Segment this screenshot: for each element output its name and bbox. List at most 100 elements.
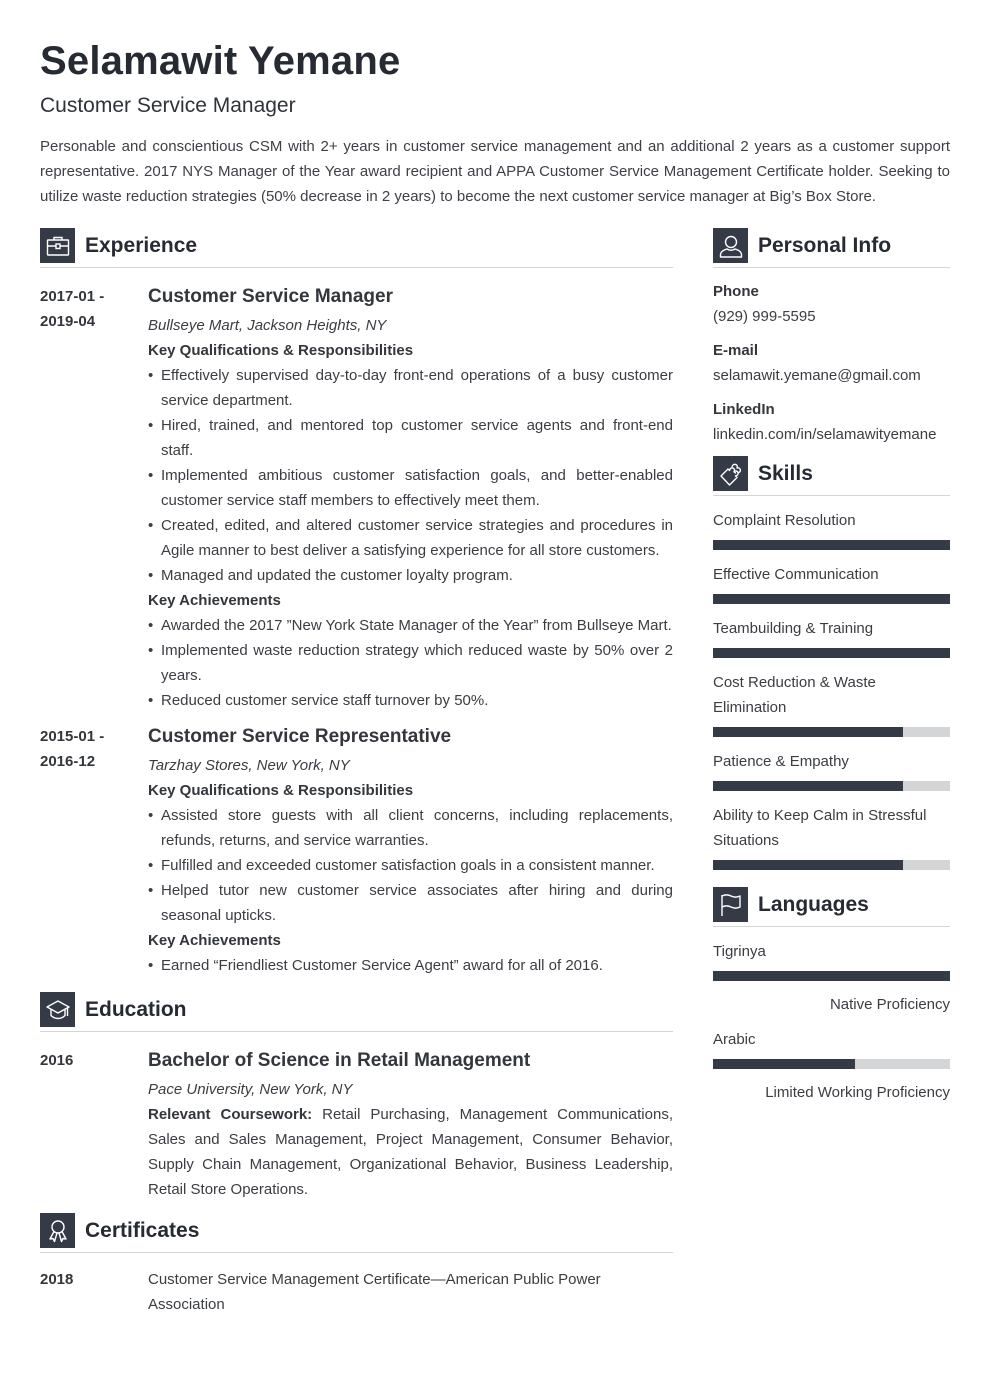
certificate-date: 2018 bbox=[40, 1271, 74, 1288]
certificate-text: Customer Service Management Certificate—… bbox=[148, 1271, 601, 1313]
qualifications-list: Effectively supervised day-to-day front-… bbox=[148, 363, 673, 588]
qualifications-heading: Key Qualifications & Responsibilities bbox=[148, 342, 414, 359]
skill-item: Ability to Keep Calm in Stressful Situat… bbox=[713, 803, 950, 870]
graduation-cap-icon bbox=[40, 992, 75, 1027]
list-item: Effectively supervised day-to-day front-… bbox=[148, 363, 673, 413]
language-name: Tigrinya bbox=[713, 943, 766, 960]
list-item: Reduced customer service staff turnover … bbox=[148, 688, 673, 713]
puzzle-piece-icon bbox=[713, 456, 748, 491]
language-item: Arabic Limited Working Proficiency bbox=[713, 1027, 950, 1103]
experience-title: Experience bbox=[85, 234, 198, 257]
list-item: Created, edited, and altered customer se… bbox=[148, 513, 673, 563]
skill-item: Complaint Resolution bbox=[713, 508, 950, 550]
certificates-section: Certificates 2018 Customer Service Manag… bbox=[40, 1213, 673, 1317]
languages-section: Languages Tigrinya Native Proficiency Arab… bbox=[713, 887, 950, 1103]
skill-item: Cost Reduction & Waste Elimination bbox=[713, 670, 950, 737]
skill-level-fill bbox=[713, 860, 903, 870]
skill-name: Effective Communication bbox=[713, 566, 879, 583]
skill-level-fill bbox=[713, 540, 950, 550]
education-date: 2016 bbox=[40, 1052, 74, 1069]
coursework-label: Relevant Coursework: bbox=[148, 1106, 313, 1123]
experience-section: Experience 2017-01 - 2019-04 Customer Se… bbox=[40, 228, 673, 978]
education-section: Education 2016 Bachelor of Science in Re… bbox=[40, 992, 673, 1202]
job-dates: 2015-01 - 2016-12 bbox=[40, 724, 148, 978]
language-level-bar bbox=[713, 971, 950, 981]
job-dates: 2017-01 - 2019-04 bbox=[40, 284, 148, 713]
email-label: E-mail bbox=[713, 342, 759, 359]
skill-level-fill bbox=[713, 648, 950, 658]
briefcase-icon bbox=[40, 228, 75, 263]
skill-level-fill bbox=[713, 594, 950, 604]
language-proficiency: Native Proficiency bbox=[829, 996, 950, 1013]
skill-level-bar bbox=[713, 781, 950, 791]
list-item: Earned “Friendliest Customer Service Age… bbox=[148, 953, 673, 978]
user-icon bbox=[713, 228, 748, 263]
experience-header: Experience bbox=[40, 228, 673, 268]
award-ribbon-icon bbox=[40, 1213, 75, 1248]
certificates-header: Certificates bbox=[40, 1213, 673, 1253]
languages-header: Languages bbox=[713, 887, 950, 927]
list-item: Assisted store guests with all client co… bbox=[148, 803, 673, 853]
achievements-heading: Key Achievements bbox=[148, 592, 281, 609]
phone-field: Phone (929) 999-5595 bbox=[713, 282, 950, 327]
email-field: E-mail selamawit.yemane@gmail.com bbox=[713, 341, 950, 386]
job-title: Customer Service Manager bbox=[148, 286, 393, 307]
job-body: Customer Service Representative Tarzhay … bbox=[148, 724, 673, 978]
qualifications-list: Assisted store guests with all client co… bbox=[148, 803, 673, 928]
list-item: Implemented waste reduction strategy whi… bbox=[148, 638, 673, 688]
job-date-end: 2016-12 bbox=[40, 753, 96, 770]
candidate-name: Selamawit Yemane bbox=[40, 39, 401, 83]
job-title: Customer Service Representative bbox=[148, 726, 452, 747]
skill-level-fill bbox=[713, 781, 903, 791]
skill-item: Teambuilding & Training bbox=[713, 616, 950, 658]
phone-label: Phone bbox=[713, 283, 759, 300]
degree-title: Bachelor of Science in Retail Management bbox=[148, 1050, 531, 1071]
skills-title: Skills bbox=[758, 462, 813, 485]
email-value: selamawit.yemane@gmail.com bbox=[713, 367, 921, 384]
education-title: Education bbox=[85, 998, 187, 1021]
linkedin-value: linkedin.com/in/selamawityemane bbox=[713, 426, 937, 443]
skills-header: Skills bbox=[713, 456, 950, 496]
school-name: Pace University, New York, NY bbox=[148, 1081, 353, 1098]
flag-icon bbox=[713, 887, 748, 922]
skill-level-bar bbox=[713, 594, 950, 604]
skill-level-bar bbox=[713, 727, 950, 737]
phone-value: (929) 999-5595 bbox=[713, 308, 816, 325]
skill-name: Complaint Resolution bbox=[713, 512, 856, 529]
skill-level-fill bbox=[713, 727, 903, 737]
certificate-entry: 2018 Customer Service Management Certifi… bbox=[40, 1267, 673, 1317]
list-item: Managed and updated the customer loyalty… bbox=[148, 563, 673, 588]
skill-level-bar bbox=[713, 860, 950, 870]
summary: Personable and conscientious CSM with 2+… bbox=[40, 138, 950, 205]
linkedin-field: LinkedIn linkedin.com/in/selamawityemane bbox=[713, 400, 950, 445]
education-body: Bachelor of Science in Retail Management… bbox=[148, 1048, 673, 1202]
skill-name: Ability to Keep Calm in Stressful Situat… bbox=[713, 807, 927, 849]
list-item: Fulfilled and exceeded customer satisfac… bbox=[148, 853, 673, 878]
list-item: Implemented ambitious customer satisfact… bbox=[148, 463, 673, 513]
achievements-list: Awarded the 2017 ”New York State Manager… bbox=[148, 613, 673, 713]
languages-title: Languages bbox=[758, 893, 869, 916]
certificates-title: Certificates bbox=[85, 1219, 200, 1242]
resume-header: Selamawit Yemane Customer Service Manage… bbox=[40, 38, 950, 209]
job-body: Customer Service Manager Bullseye Mart, … bbox=[148, 284, 673, 713]
linkedin-label: LinkedIn bbox=[713, 401, 775, 418]
coursework: Relevant Coursework: Retail Purchasing, … bbox=[148, 1102, 673, 1202]
skill-name: Patience & Empathy bbox=[713, 753, 849, 770]
skills-list: Complaint Resolution Effective Communicat… bbox=[713, 508, 950, 870]
education-entry: 2016 Bachelor of Science in Retail Manag… bbox=[40, 1048, 673, 1202]
languages-list: Tigrinya Native Proficiency Arabic Limited … bbox=[713, 939, 950, 1103]
education-header: Education bbox=[40, 992, 673, 1032]
personal-info-section: Personal Info Phone (929) 999-5595 E-mai… bbox=[713, 228, 950, 445]
job-date-start: 2017-01 - bbox=[40, 288, 105, 305]
job-date-start: 2015-01 - bbox=[40, 728, 105, 745]
job-employer: Bullseye Mart, Jackson Heights, NY bbox=[148, 317, 387, 334]
skill-name: Teambuilding & Training bbox=[713, 620, 874, 637]
skill-level-bar bbox=[713, 648, 950, 658]
personal-info-title: Personal Info bbox=[758, 234, 892, 257]
skill-item: Patience & Empathy bbox=[713, 749, 950, 791]
job-date-end: 2019-04 bbox=[40, 313, 96, 330]
right-column: Personal Info Phone (929) 999-5595 E-mai… bbox=[713, 228, 950, 1103]
skill-item: Effective Communication bbox=[713, 562, 950, 604]
achievements-list: Earned “Friendliest Customer Service Age… bbox=[148, 953, 673, 978]
language-name: Arabic bbox=[713, 1031, 756, 1048]
